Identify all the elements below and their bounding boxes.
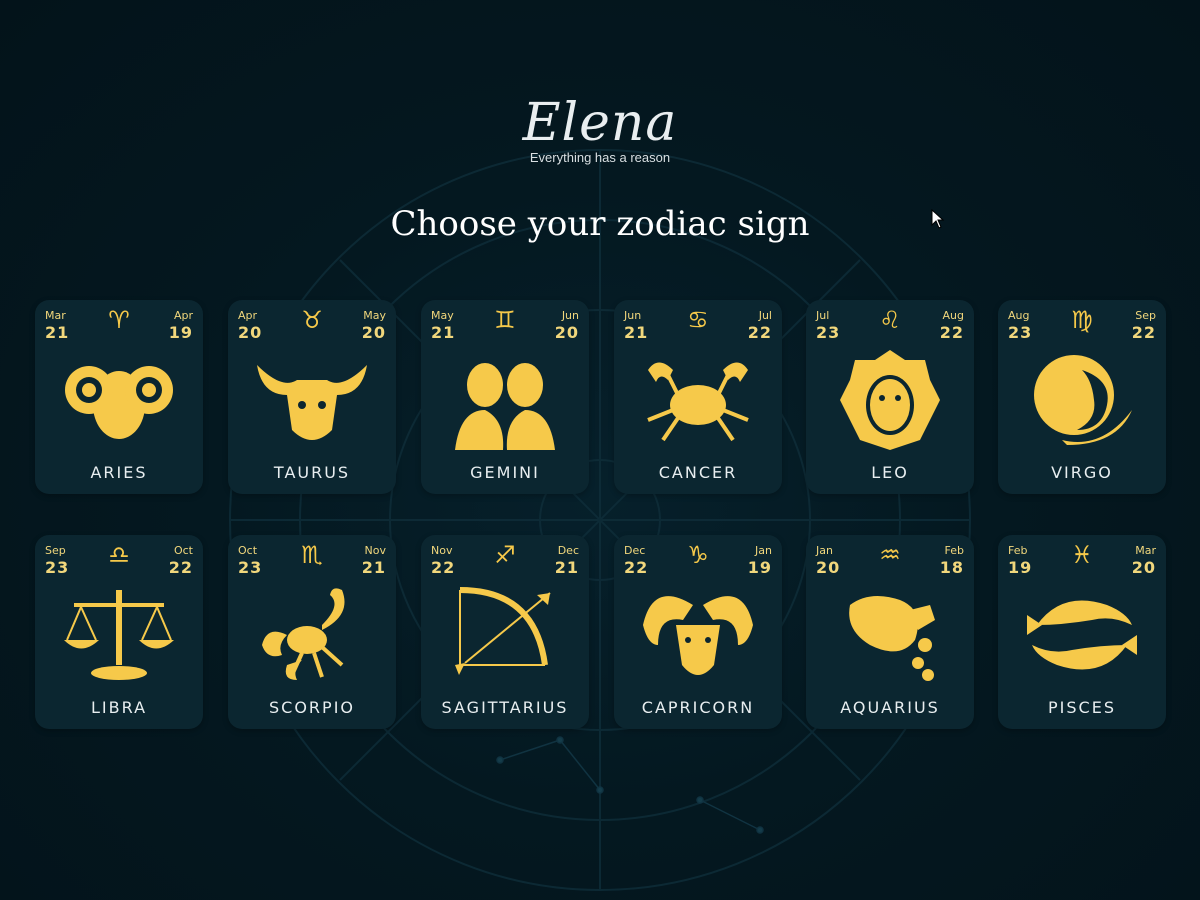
zodiac-glyph-icon: ♊ xyxy=(494,306,516,334)
zodiac-name: AQUARIUS xyxy=(840,698,940,717)
water-bearer-icon xyxy=(830,585,950,685)
maiden-icon xyxy=(1022,350,1142,450)
zodiac-card-gemini[interactable]: May 21 Jun 20 ♊ GEMINI xyxy=(421,300,589,494)
zodiac-name: LEO xyxy=(871,463,909,482)
zodiac-card-sagittarius[interactable]: Nov 22 Dec 21 ♐ SAGITTARIUS xyxy=(421,535,589,729)
zodiac-card-scorpio[interactable]: Oct 23 Nov 21 ♏ SCORPIO xyxy=(228,535,396,729)
zodiac-glyph-icon: ♓ xyxy=(1071,541,1093,569)
zodiac-card-cancer[interactable]: Jun 21 Jul 22 ♋ CANCER xyxy=(614,300,782,494)
zodiac-glyph-icon: ♋ xyxy=(687,306,709,334)
zodiac-name: CANCER xyxy=(658,463,738,482)
ram-icon xyxy=(59,350,179,450)
mouse-cursor-icon xyxy=(931,209,945,229)
zodiac-card-leo[interactable]: Jul 23 Aug 22 ♌ LEO xyxy=(806,300,974,494)
brand-logo[interactable]: Elena Everything has a reason xyxy=(500,92,700,165)
zodiac-card-aries[interactable]: Mar 21 Apr 19 ♈ ARIES xyxy=(35,300,203,494)
zodiac-glyph-icon: ♐ xyxy=(494,541,516,569)
zodiac-glyph-icon: ♉ xyxy=(301,306,323,334)
zodiac-name: CAPRICORN xyxy=(641,698,755,717)
page-title: Choose your zodiac sign xyxy=(390,204,810,244)
zodiac-glyph-icon: ♒ xyxy=(879,541,901,569)
scales-icon xyxy=(59,585,179,685)
zodiac-card-pisces[interactable]: Feb 19 Mar 20 ♓ PISCES xyxy=(998,535,1166,729)
zodiac-name: GEMINI xyxy=(470,463,540,482)
crab-icon xyxy=(638,350,758,450)
zodiac-glyph-icon: ♈ xyxy=(108,306,130,334)
brand-name: Elena xyxy=(522,93,678,153)
zodiac-name: SAGITTARIUS xyxy=(441,698,569,717)
zodiac-card-taurus[interactable]: Apr 20 May 20 ♉ TAURUS xyxy=(228,300,396,494)
zodiac-name: VIRGO xyxy=(1051,463,1113,482)
zodiac-name: SCORPIO xyxy=(269,698,355,717)
zodiac-name: TAURUS xyxy=(273,463,351,482)
zodiac-glyph-icon: ♏ xyxy=(301,541,323,569)
bull-icon xyxy=(252,350,372,450)
zodiac-glyph-icon: ♍ xyxy=(1071,306,1093,334)
goat-icon xyxy=(638,585,758,685)
lion-icon xyxy=(830,350,950,450)
zodiac-name: PISCES xyxy=(1048,698,1116,717)
scorpion-icon xyxy=(252,585,372,685)
zodiac-card-libra[interactable]: Sep 23 Oct 22 ♎ LIBRA xyxy=(35,535,203,729)
zodiac-card-capricorn[interactable]: Dec 22 Jan 19 ♑ CAPRICORN xyxy=(614,535,782,729)
brand-tagline: Everything has a reason xyxy=(529,150,671,165)
zodiac-card-aquarius[interactable]: Jan 20 Feb 18 ♒ AQUARIUS xyxy=(806,535,974,729)
zodiac-name: LIBRA xyxy=(90,698,148,717)
twins-icon xyxy=(445,350,565,450)
zodiac-glyph-icon: ♌ xyxy=(879,306,901,334)
zodiac-card-virgo[interactable]: Aug 23 Sep 22 ♍ VIRGO xyxy=(998,300,1166,494)
zodiac-name: ARIES xyxy=(90,463,148,482)
zodiac-glyph-icon: ♎ xyxy=(108,541,130,569)
zodiac-glyph-icon: ♑ xyxy=(687,541,709,569)
page: Elena Everything has a reason Choose you… xyxy=(0,0,1200,900)
bow-arrow-icon xyxy=(445,585,565,685)
fish-icon xyxy=(1022,585,1142,685)
